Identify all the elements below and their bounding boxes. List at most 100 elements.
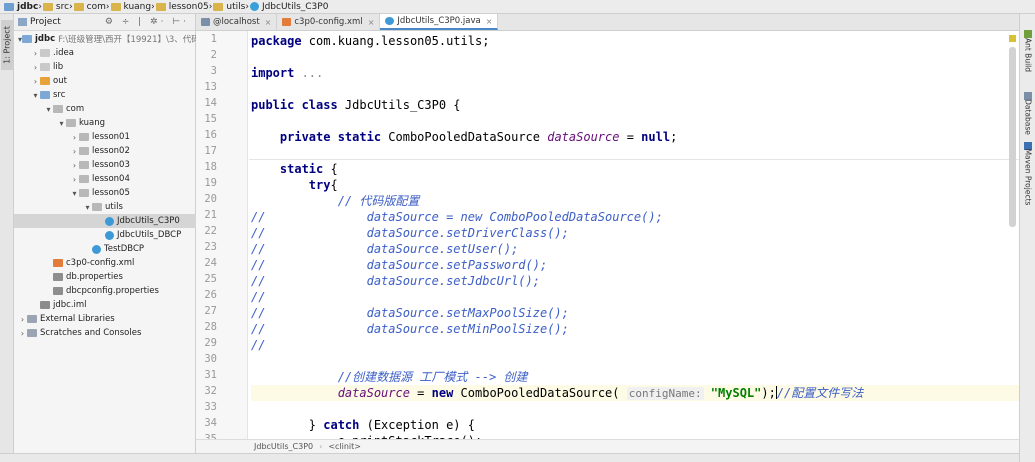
editor-breadcrumb-member[interactable]: <clinit>	[328, 442, 361, 451]
code-line[interactable]: import ...	[251, 65, 323, 81]
code-line[interactable]: //创建数据源 工厂模式 --> 创建	[251, 369, 528, 385]
editor-tab[interactable]: JdbcUtils_C3P0.java ×	[380, 14, 499, 30]
code-token: }	[251, 418, 324, 432]
collapse-arrow-icon[interactable]: ›	[18, 329, 27, 338]
tree-item[interactable]: ▾ com	[14, 102, 196, 116]
code-line[interactable]: // dataSource.setMaxPoolSize();	[251, 305, 569, 321]
code-line[interactable]: // dataSource.setDriverClass();	[251, 225, 569, 241]
tree-item[interactable]: › .idea	[14, 46, 196, 60]
tree-item[interactable]: db.properties	[14, 270, 196, 284]
collapse-arrow-icon[interactable]: ›	[31, 77, 40, 86]
editor-tab[interactable]: c3p0-config.xml ×	[277, 14, 381, 30]
collapse-arrow-icon[interactable]: ›	[31, 63, 40, 72]
close-tab-icon[interactable]: ×	[368, 18, 375, 27]
tree-item[interactable]: ▾ lesson05	[14, 186, 196, 200]
code-line[interactable]: // dataSource.setPassword();	[251, 257, 547, 273]
editor-tab[interactable]: @localhost ×	[196, 14, 278, 30]
tree-item[interactable]: jdbc.iml	[14, 298, 196, 312]
tree-item[interactable]: › out	[14, 74, 196, 88]
tree-item[interactable]: JdbcUtils_C3P0	[14, 214, 196, 228]
code-line[interactable]: // dataSource.setJdbcUrl();	[251, 273, 540, 289]
tree-item[interactable]: ▾ kuang	[14, 116, 196, 130]
tree-item[interactable]: ▾ src	[14, 88, 196, 102]
breadcrumb-item[interactable]: jdbc	[3, 0, 38, 14]
tree-item[interactable]: dbcpconfig.properties	[14, 284, 196, 298]
expand-arrow-icon[interactable]: ▾	[31, 91, 40, 100]
folder-icon	[73, 2, 84, 11]
tree-item[interactable]: › lesson01	[14, 130, 196, 144]
tree-item[interactable]: › lesson02	[14, 144, 196, 158]
pkg-icon	[53, 105, 63, 113]
collapse-arrow-icon[interactable]: ›	[70, 147, 79, 156]
code-line[interactable]: //	[251, 289, 265, 305]
tree-item[interactable]: › lesson03	[14, 158, 196, 172]
editor-scrollbar[interactable]	[1006, 31, 1018, 439]
breadcrumb-item[interactable]: JdbcUtils_C3P0	[249, 0, 328, 14]
tree-item[interactable]: › External Libraries	[14, 312, 196, 326]
breadcrumb-label: src	[55, 1, 70, 12]
inspection-status-icon[interactable]	[1009, 35, 1016, 42]
code-line[interactable]: // dataSource.setUser();	[251, 241, 518, 257]
breadcrumb-item[interactable]: kuang	[110, 0, 151, 14]
method-separator	[249, 159, 1019, 160]
line-number: 2	[210, 49, 217, 61]
breadcrumb-item[interactable]: utils	[212, 0, 245, 14]
project-panel-title[interactable]: Project	[30, 17, 61, 27]
code-line[interactable]: static {	[251, 161, 338, 177]
code-token: import	[251, 66, 302, 80]
code-line[interactable]: package com.kuang.lesson05.utils;	[251, 33, 489, 49]
breadcrumb-item[interactable]: lesson05	[155, 0, 209, 14]
code-line[interactable]: //	[251, 337, 265, 353]
collapse-arrow-icon[interactable]: ›	[70, 175, 79, 184]
code-line[interactable]: } catch (Exception e) {	[251, 417, 475, 433]
scrollbar-thumb[interactable]	[1009, 47, 1016, 227]
tree-item[interactable]: ▾ utils	[14, 200, 196, 214]
line-number: 18	[204, 161, 217, 173]
expand-arrow-icon[interactable]: ▾	[70, 189, 79, 198]
code-line[interactable]: // dataSource = new ComboPooledDataSourc…	[251, 209, 663, 225]
expand-arrow-icon[interactable]: ▾	[83, 203, 92, 212]
database-tool-tab[interactable]: Database	[1022, 92, 1034, 142]
tree-item[interactable]: › lib	[14, 60, 196, 74]
code-token: new	[431, 386, 461, 400]
code-line[interactable]: // dataSource.setMinPoolSize();	[251, 321, 569, 337]
collapse-arrow-icon[interactable]: ›	[70, 161, 79, 170]
collapse-arrow-icon[interactable]: ›	[31, 49, 40, 58]
code-line[interactable]: // 代码版配置	[251, 193, 420, 209]
code-line[interactable]: dataSource = new ComboPooledDataSource( …	[251, 385, 1019, 401]
tree-item[interactable]: ▾ jdbc F:\班级管理\西开【19921】\3、代码	[14, 32, 196, 46]
tree-item[interactable]: › Scratches and Consoles	[14, 326, 196, 340]
line-number: 27	[204, 305, 217, 317]
editor-tabs: @localhost × c3p0-config.xml × JdbcUtils_C3P…	[196, 14, 1019, 31]
close-tab-icon[interactable]: ×	[486, 17, 493, 26]
project-tool-tab[interactable]: 1: Project	[1, 20, 13, 70]
maven-projects-tool-tab[interactable]: Maven Projects	[1022, 142, 1034, 212]
code-token: JdbcUtils_C3P0 {	[344, 98, 461, 112]
close-tab-icon[interactable]: ×	[265, 18, 272, 27]
collapse-arrow-icon[interactable]: ›	[70, 133, 79, 142]
breadcrumb-item[interactable]: com	[73, 0, 106, 14]
ant-build-tool-tab[interactable]: Ant Build	[1022, 30, 1034, 80]
tree-item-label: kuang	[79, 118, 106, 128]
code-token: (Exception e) {	[366, 418, 475, 432]
right-tool-strip: Ant Build Database Maven Projects	[1019, 14, 1035, 462]
code-line[interactable]: private static ComboPooledDataSource dat…	[251, 129, 677, 145]
tree-item[interactable]: c3p0-config.xml	[14, 256, 196, 270]
folder-icon	[155, 2, 166, 11]
editor-tab-label: JdbcUtils_C3P0.java	[397, 16, 481, 26]
code-line[interactable]: public class JdbcUtils_C3P0 {	[251, 97, 461, 113]
tree-item[interactable]: JdbcUtils_DBCP	[14, 228, 196, 242]
tree-item[interactable]: TestDBCP	[14, 242, 196, 256]
code-token: try	[308, 178, 331, 192]
line-number: 29	[204, 337, 217, 349]
expand-arrow-icon[interactable]: ▾	[44, 105, 53, 114]
expand-arrow-icon[interactable]: ▾	[57, 119, 66, 128]
editor-breadcrumb-class[interactable]: JdbcUtils_C3P0	[254, 442, 313, 451]
code-line[interactable]: try{	[251, 177, 338, 193]
project-panel-tools[interactable]: ⚙ ÷ | ✲· ⊢·	[105, 17, 189, 27]
tree-item[interactable]: › lesson04	[14, 172, 196, 186]
collapse-arrow-icon[interactable]: ›	[18, 315, 27, 324]
breadcrumb-item[interactable]: src	[42, 0, 69, 14]
code-editor[interactable]: 1 2 3 13 14 15 16 17 18 19 20 21 22 23 24 25 26 27 28 29 30 3…	[196, 31, 1019, 439]
